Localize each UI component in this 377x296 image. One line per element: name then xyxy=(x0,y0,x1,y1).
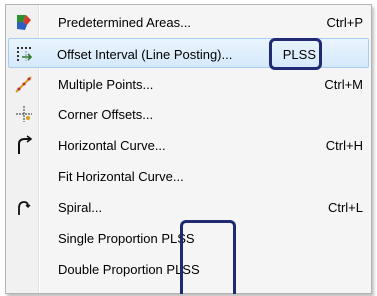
menu-item-shortcut: Ctrl+M xyxy=(324,77,363,92)
spiral-icon xyxy=(13,196,35,218)
corner-offsets-icon xyxy=(13,103,35,125)
plss-callout-box xyxy=(269,38,322,70)
menu-item-horizontal-curve[interactable]: Horizontal Curve... Ctrl+H xyxy=(8,130,369,160)
multiple-points-icon xyxy=(13,73,35,95)
menu-item-label: Double Proportion PLSS xyxy=(58,262,200,277)
menu-item-label: Predetermined Areas... xyxy=(58,15,191,30)
menu-item-multiple-points[interactable]: Multiple Points... Ctrl+M xyxy=(8,69,369,99)
menu-item-shortcut: Ctrl+P xyxy=(326,15,363,30)
predetermined-areas-icon xyxy=(13,11,35,33)
menu-item-label: Spiral... xyxy=(58,200,103,215)
menu-item-corner-offsets[interactable]: Corner Offsets... xyxy=(8,99,369,129)
menu-item-label: Fit Horizontal Curve... xyxy=(58,169,184,184)
offset-interval-icon xyxy=(14,43,36,65)
horizontal-curve-icon xyxy=(13,134,35,156)
menu-item-label: Offset Interval (Line Posting)... xyxy=(57,47,233,62)
menu-item-label: Multiple Points... xyxy=(58,77,154,92)
menu-item-shortcut: Ctrl+L xyxy=(327,200,363,215)
menu-item-spiral[interactable]: Spiral... Ctrl+L xyxy=(8,192,369,222)
plss-callout-bracket xyxy=(180,220,236,294)
menu-item-label: Horizontal Curve... xyxy=(58,138,166,153)
menu-item-predetermined-areas[interactable]: Predetermined Areas... Ctrl+P xyxy=(8,7,369,37)
menu-item-label: Corner Offsets... xyxy=(58,107,154,122)
menu-item-label: Single Proportion PLSS xyxy=(58,231,195,246)
menu-item-shortcut: Ctrl+H xyxy=(325,138,363,153)
menu-item-fit-horizontal-curve[interactable]: Fit Horizontal Curve... xyxy=(8,161,369,191)
